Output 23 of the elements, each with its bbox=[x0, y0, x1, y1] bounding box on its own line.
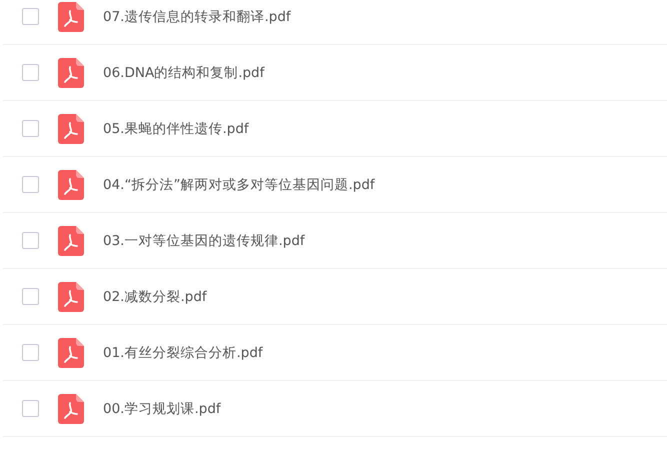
pdf-file-icon bbox=[58, 170, 84, 200]
checkbox[interactable] bbox=[22, 400, 39, 417]
file-name[interactable]: 02.减数分裂.pdf bbox=[103, 288, 207, 306]
file-name[interactable]: 00.学习规划课.pdf bbox=[103, 400, 221, 418]
checkbox[interactable] bbox=[22, 344, 39, 361]
checkbox[interactable] bbox=[22, 8, 39, 25]
file-name[interactable]: 05.果蝇的伴性遗传.pdf bbox=[103, 120, 249, 138]
file-name[interactable]: 03.一对等位基因的遗传规律.pdf bbox=[103, 232, 305, 250]
checkbox[interactable] bbox=[22, 176, 39, 193]
checkbox[interactable] bbox=[22, 64, 39, 81]
file-name[interactable]: 04.“拆分法”解两对或多对等位基因问题.pdf bbox=[103, 176, 375, 194]
checkbox[interactable] bbox=[22, 288, 39, 305]
pdf-file-icon bbox=[58, 114, 84, 144]
file-name[interactable]: 07.遗传信息的转录和翻译.pdf bbox=[103, 8, 291, 26]
file-name[interactable]: 06.DNA的结构和复制.pdf bbox=[103, 64, 264, 82]
pdf-file-icon bbox=[58, 282, 84, 312]
checkbox[interactable] bbox=[22, 120, 39, 137]
checkbox[interactable] bbox=[22, 232, 39, 249]
pdf-file-icon bbox=[58, 226, 84, 256]
file-name[interactable]: 01.有丝分裂综合分析.pdf bbox=[103, 344, 263, 362]
pdf-file-icon bbox=[58, 394, 84, 424]
pdf-file-icon bbox=[58, 338, 84, 368]
pdf-file-icon bbox=[58, 58, 84, 88]
